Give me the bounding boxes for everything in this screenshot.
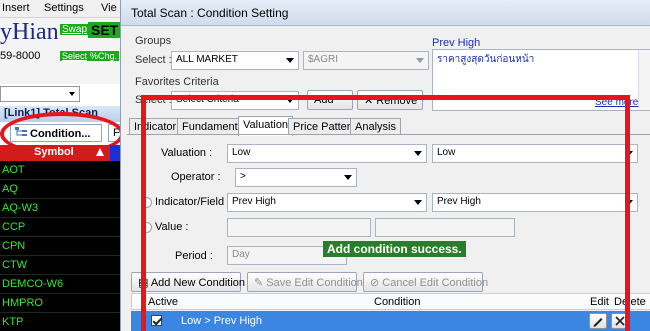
menu-settings[interactable]: Settings xyxy=(44,2,84,14)
chevron-down-icon xyxy=(69,92,75,96)
chevron-down-icon xyxy=(286,58,294,63)
main-menubar: Insert Settings Vie xyxy=(0,0,130,18)
list-item[interactable]: CCP xyxy=(0,218,130,237)
chevron-down-icon xyxy=(416,58,424,63)
phone-number: 59-8000 xyxy=(0,50,41,62)
list-item[interactable]: CPN xyxy=(0,237,130,256)
menu-view[interactable]: Vie xyxy=(101,2,117,14)
groups-select[interactable]: ALL MARKET xyxy=(171,51,299,70)
list-item[interactable]: HMPRO xyxy=(0,294,130,313)
groups-select-value: ALL MARKET xyxy=(176,54,238,65)
sort-up-icon xyxy=(96,148,104,156)
sector-select[interactable]: $AGRI xyxy=(303,51,429,70)
list-item[interactable]: AQ-W3 xyxy=(0,199,130,218)
list-item[interactable]: AQ xyxy=(0,180,130,199)
list-item[interactable]: CTW xyxy=(0,256,130,275)
list-item[interactable]: AOT xyxy=(0,161,130,180)
list-item[interactable]: DEMCO-W6 xyxy=(0,275,130,294)
dialog-title: Total Scan : Condition Setting xyxy=(121,0,650,26)
highlight-rectangle xyxy=(141,95,630,331)
market-label: SET xyxy=(88,22,122,38)
brand-logo-text: yHian xyxy=(0,19,59,45)
menu-insert[interactable]: Insert xyxy=(2,2,30,14)
info-description: ราคาสูงสุดวันก่อนหน้า xyxy=(437,54,535,65)
app-dropdown[interactable] xyxy=(0,86,80,102)
swap-link[interactable]: Swap xyxy=(60,24,90,35)
symbols-header-label: Symbol xyxy=(34,146,74,158)
groups-label: Groups xyxy=(135,35,172,47)
select-link[interactable]: Select xyxy=(60,51,90,61)
pct-change-label: %Chg. xyxy=(88,51,120,61)
symbols-list: AOT AQ AQ-W3 CCP CPN CTW DEMCO-W6 HMPRO … xyxy=(0,161,130,331)
list-item[interactable]: KTP xyxy=(0,313,130,331)
favorites-label: Favorites Criteria xyxy=(135,76,219,88)
info-title: Prev High xyxy=(432,37,481,49)
groups-select-label: Select : xyxy=(135,54,172,66)
sector-select-value: $AGRI xyxy=(308,54,339,65)
brand-area: yHian Swap SET 59-8000 Select %Chg. xyxy=(0,18,130,84)
symbols-header[interactable]: Symbol xyxy=(0,145,130,161)
description-scrollbar[interactable] xyxy=(638,50,650,110)
